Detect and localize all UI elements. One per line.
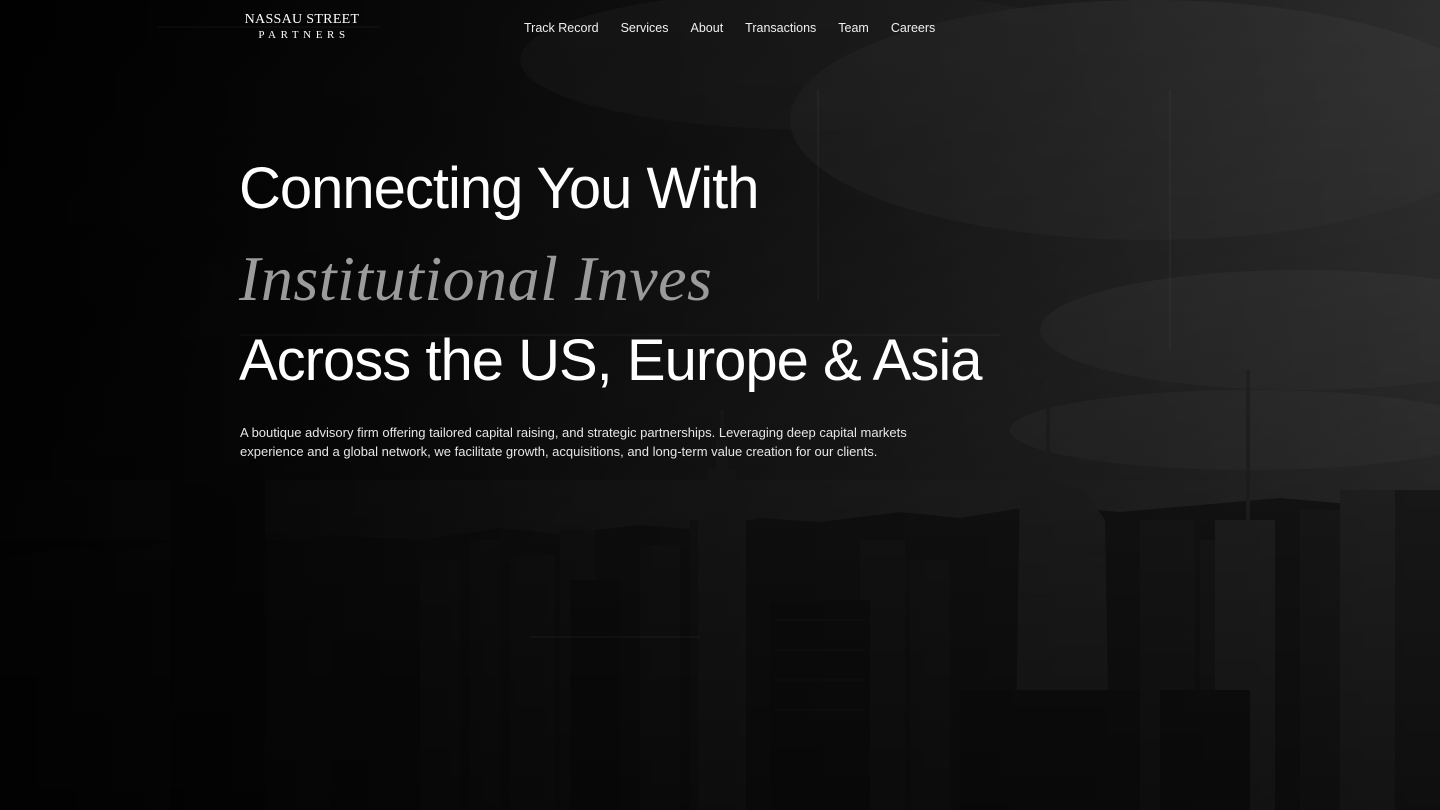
landing-page: NASSAU STREET PARTNERS Track Record Serv… [0,0,1440,810]
hero-headline-line3: Across the US, Europe & Asia [239,328,982,393]
nav-item-about[interactable]: About [691,21,724,35]
main-nav: Track Record Services About Transactions… [524,21,935,35]
hero-description: A boutique advisory firm offering tailor… [240,425,907,459]
brand-logo[interactable]: NASSAU STREET PARTNERS [240,13,364,41]
brand-name-line2: PARTNERS [258,29,350,41]
brand-name-line1: NASSAU STREET [244,12,360,27]
hero-headline-animated-line: Institutional Inves [239,243,713,314]
nav-item-transactions[interactable]: Transactions [745,21,816,35]
nav-item-team[interactable]: Team [838,21,869,35]
nav-item-careers[interactable]: Careers [891,21,935,35]
city-skyline-background [0,0,1440,810]
nav-item-track-record[interactable]: Track Record [524,21,599,35]
hero-headline-line1: Connecting You With [239,156,759,221]
nav-item-services[interactable]: Services [621,21,669,35]
